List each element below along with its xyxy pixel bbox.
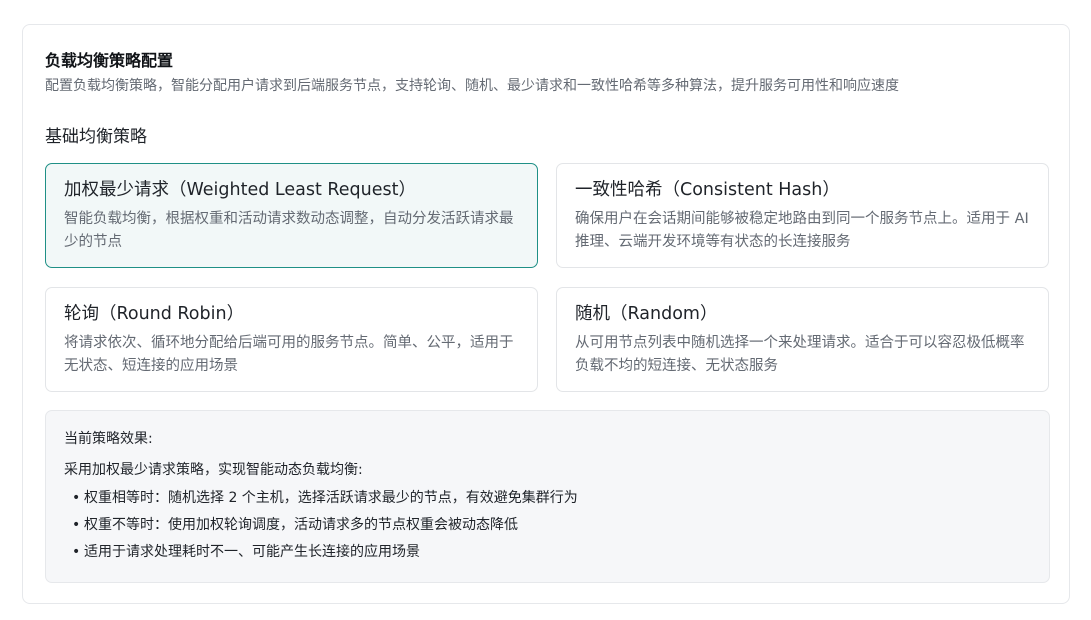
- strategy-card-title: 轮询（Round Robin）: [64, 304, 245, 324]
- strategy-card-consistent-hash[interactable]: 一致性哈希（Consistent Hash） 确保用户在会话期间能够被稳定地路由…: [556, 163, 1049, 268]
- current-strategy-effect-box: 当前策略效果: 采用加权最少请求策略，实现智能动态负载均衡: • 权重相等时：随机…: [45, 410, 1050, 583]
- page-description: 配置负载均衡策略，智能分配用户请求到后端服务节点，支持轮询、随机、最少请求和一致…: [45, 78, 899, 94]
- effect-bullet-text: 权重相等时：随机选择 2 个主机，选择活跃请求最少的节点，有效避免集群行为: [84, 490, 578, 506]
- bullet-dot-icon: •: [72, 517, 81, 533]
- effect-intro: 采用加权最少请求策略，实现智能动态负载均衡:: [64, 462, 363, 478]
- strategy-card-random[interactable]: 随机（Random） 从可用节点列表中随机选择一个来处理请求。适合于可以容忍极低…: [556, 287, 1049, 392]
- load-balancer-config-panel: 负载均衡策略配置 配置负载均衡策略，智能分配用户请求到后端服务节点，支持轮询、随…: [22, 24, 1070, 604]
- strategy-card-description: 将请求依次、循环地分配给后端可用的服务节点。简单、公平，适用于无状态、短连接的应…: [64, 335, 514, 374]
- effect-bullet-list: • 权重相等时：随机选择 2 个主机，选择活跃请求最少的节点，有效避免集群行为 •…: [64, 485, 1031, 566]
- page-title: 负载均衡策略配置: [45, 51, 174, 70]
- strategy-card-round-robin[interactable]: 轮询（Round Robin） 将请求依次、循环地分配给后端可用的服务节点。简单…: [45, 287, 538, 392]
- effect-bullet-item: • 适用于请求处理耗时不一、可能产生长连接的应用场景: [72, 539, 1031, 566]
- effect-bullet-text: 适用于请求处理耗时不一、可能产生长连接的应用场景: [84, 544, 420, 560]
- effect-title: 当前策略效果:: [64, 431, 153, 447]
- strategy-card-description: 确保用户在会话期间能够被稳定地路由到同一个服务节点上。适用于 AI 推理、云端开…: [575, 211, 1029, 250]
- strategy-card-title: 随机（Random）: [575, 304, 718, 324]
- section-title-basic-strategy: 基础均衡策略: [45, 127, 147, 147]
- effect-bullet-item: • 权重不等时：使用加权轮询调度，活动请求多的节点权重会被动态降低: [72, 512, 1031, 539]
- effect-bullet-text: 权重不等时：使用加权轮询调度，活动请求多的节点权重会被动态降低: [84, 517, 518, 533]
- strategy-card-title: 加权最少请求（Weighted Least Request）: [64, 180, 416, 200]
- strategy-card-description: 智能负载均衡，根据权重和活动请求数动态调整，自动分发活跃请求最少的节点: [64, 211, 514, 250]
- strategy-card-title: 一致性哈希（Consistent Hash）: [575, 180, 840, 200]
- strategy-card-weighted-least-request[interactable]: 加权最少请求（Weighted Least Request） 智能负载均衡，根据…: [45, 163, 538, 268]
- strategy-card-description: 从可用节点列表中随机选择一个来处理请求。适合于可以容忍极低概率负载不均的短连接、…: [575, 335, 1025, 374]
- bullet-dot-icon: •: [72, 490, 81, 506]
- bullet-dot-icon: •: [72, 544, 81, 560]
- effect-bullet-item: • 权重相等时：随机选择 2 个主机，选择活跃请求最少的节点，有效避免集群行为: [72, 485, 1031, 512]
